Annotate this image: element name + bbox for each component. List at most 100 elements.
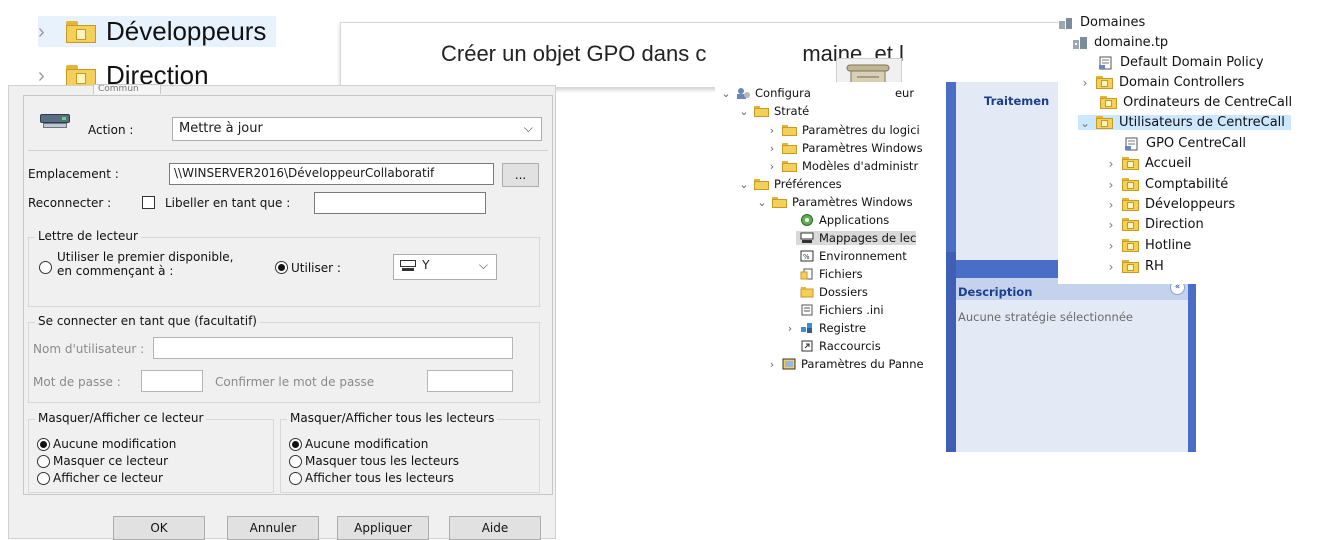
chevron-right-icon[interactable]: ›	[1104, 260, 1118, 274]
chevron-right-icon[interactable]: ›	[1104, 157, 1118, 171]
label-as-label: Libeller en tant que :	[165, 196, 291, 210]
tree-row-label: Préférences	[774, 177, 842, 191]
tree-row-domain-controllers[interactable]: › Domain Controllers	[1078, 75, 1245, 90]
chevron-right-icon[interactable]: ›	[1104, 198, 1118, 212]
hide-this-drive-radio[interactable]	[37, 455, 50, 468]
hide-show-this-drive-group: Masquer/Afficher ce lecteur Aucune modif…	[28, 411, 274, 493]
chevron-right-icon[interactable]: ›	[1104, 178, 1118, 192]
tree-row-accueil[interactable]: › Accueil	[1104, 156, 1192, 171]
tree-row-default-domain-policy[interactable]: Default Domain Policy	[1094, 55, 1264, 70]
chevron-right-icon[interactable]: ›	[784, 322, 796, 335]
ou-folder-icon	[1122, 260, 1139, 273]
help-button[interactable]: Aide	[449, 516, 541, 540]
tree-row-drive-maps[interactable]: Mappages de lec	[796, 231, 917, 245]
show-all-drives-radio[interactable]	[289, 472, 302, 485]
folders-icon	[800, 286, 814, 298]
tree-row-applications[interactable]: Applications	[796, 213, 889, 227]
chevron-right-icon[interactable]: ›	[1104, 218, 1118, 232]
folder-icon	[782, 160, 797, 172]
option-label: Masquer ce lecteur	[53, 454, 169, 468]
ok-button[interactable]: OK	[113, 516, 205, 540]
tree-row-direction[interactable]: › Direction	[1104, 217, 1204, 232]
option-label: Afficher ce lecteur	[53, 471, 163, 485]
location-input[interactable]: \\WINSERVER2016\DéveloppeurCollaboratif	[169, 163, 494, 185]
tree-row-domaine-tp[interactable]: domaine.tp	[1072, 35, 1168, 50]
tree-row-domains[interactable]: Domaines	[1058, 15, 1145, 30]
drive-icon	[400, 259, 418, 272]
gpo-editor-tree: ⌄ Configura eur ⌄ Straté › Paramètres du…	[715, 82, 955, 452]
drive-map-icon	[800, 232, 814, 244]
no-change-all-radio[interactable]	[289, 438, 302, 451]
apply-button[interactable]: Appliquer	[337, 516, 429, 540]
no-change-radio[interactable]	[37, 438, 50, 451]
tree-row-files[interactable]: Fichiers	[796, 267, 863, 281]
tree-row-shortcuts[interactable]: Raccourcis	[796, 339, 881, 353]
tree-row-hotline[interactable]: › Hotline	[1104, 238, 1192, 253]
tree-row-developpeurs[interactable]: › Développeurs	[1104, 197, 1236, 212]
browse-button[interactable]: ...	[502, 163, 539, 187]
use-radio[interactable]	[275, 261, 288, 274]
chevron-right-icon[interactable]: ›	[38, 66, 56, 86]
chevron-down-icon[interactable]: ⌄	[738, 178, 750, 191]
action-value: Mettre à jour	[179, 121, 263, 136]
tree-row-windows-settings[interactable]: › Paramètres Windows	[766, 141, 923, 155]
tree-item-developpeurs[interactable]: › Développeurs	[38, 16, 277, 47]
tree-row-label: Paramètres du Panne	[801, 357, 924, 371]
chevron-right-icon[interactable]: ›	[766, 142, 778, 155]
label-as-input[interactable]	[314, 192, 486, 214]
chevron-right-icon[interactable]: ›	[1078, 76, 1092, 90]
tree-row-ini-files[interactable]: Fichiers .ini	[796, 303, 884, 317]
tree-row-user-configuration[interactable]: ⌄ Configura eur	[720, 86, 914, 100]
tab-commun[interactable]: Commun	[93, 84, 161, 94]
chevron-down-icon[interactable]: ⌄	[756, 196, 768, 209]
tree-row-label: GPO CentreCall	[1146, 136, 1247, 151]
connect-as-group: Se connecter en tant que (facultatif) No…	[28, 314, 540, 403]
tree-row-environment[interactable]: % Environnement	[796, 249, 907, 263]
tree-row-label: Environnement	[819, 249, 907, 263]
show-this-drive-radio[interactable]	[37, 472, 50, 485]
general-tab-panel: Action : Mettre à jour ⌵ Emplacement : \…	[23, 95, 553, 495]
tree-row-gpo-centrecall[interactable]: GPO CentreCall	[1120, 136, 1246, 151]
chevron-right-icon[interactable]: ›	[1104, 239, 1118, 253]
cancel-button[interactable]: Annuler	[227, 516, 319, 540]
tree-row-ordinateurs-centrecall[interactable]: Ordinateurs de CentreCall	[1096, 95, 1292, 110]
tree-row-strategies[interactable]: ⌄ Straté	[738, 104, 809, 118]
drive-letter-select[interactable]: Y ⌵	[393, 254, 497, 280]
tree-row-utilisateurs-centrecall[interactable]: ⌄ Utilisateurs de CentreCall	[1078, 115, 1291, 130]
tree-row-software-settings[interactable]: › Paramètres du logici	[766, 123, 920, 137]
chevron-right-icon[interactable]: ›	[766, 160, 778, 173]
chevron-down-icon[interactable]: ⌄	[1078, 116, 1092, 130]
group-title: Se connecter en tant que (facultatif)	[35, 314, 260, 328]
first-available-label-line1: Utiliser le premier disponible,	[57, 250, 234, 264]
tree-row-label: Accueil	[1145, 156, 1192, 171]
chevron-right-icon[interactable]: ›	[766, 358, 778, 371]
description-heading: Description	[958, 285, 1033, 299]
chevron-right-icon[interactable]: ›	[38, 22, 56, 42]
confirm-password-input[interactable]	[427, 370, 513, 392]
tree-row-admin-templates[interactable]: › Modèles d'administr	[766, 159, 918, 173]
chevron-down-icon[interactable]: ⌄	[720, 87, 732, 100]
chevron-down-icon[interactable]: ⌄	[738, 105, 750, 118]
tree-row-label: Direction	[1145, 217, 1204, 232]
password-input[interactable]	[141, 370, 203, 392]
action-select[interactable]: Mettre à jour ⌵	[172, 117, 542, 141]
tree-row-control-panel[interactable]: › Paramètres du Panne	[766, 357, 924, 371]
chevron-right-icon[interactable]: ›	[766, 124, 778, 137]
description-panel: Aucune stratégie sélectionnée	[956, 300, 1188, 452]
action-label: Action :	[88, 123, 134, 137]
tree-row-folders[interactable]: Dossiers	[796, 285, 868, 299]
tree-row-preferences[interactable]: ⌄ Préférences	[738, 177, 842, 191]
reconnect-checkbox[interactable]	[142, 196, 155, 209]
tree-row-label: Raccourcis	[819, 339, 881, 353]
hide-all-drives-radio[interactable]	[289, 455, 302, 468]
tree-row-registry[interactable]: › Registre	[784, 321, 866, 335]
hide-show-all-drives-group: Masquer/Afficher tous les lecteurs Aucun…	[280, 411, 540, 493]
username-input[interactable]	[153, 337, 513, 359]
drive-letter-value: Y	[422, 258, 430, 272]
option-label: Afficher tous les lecteurs	[305, 471, 454, 485]
drive-letter-group: Lettre de lecteur Utiliser le premier di…	[28, 229, 540, 307]
tree-row-rh[interactable]: › RH	[1104, 259, 1164, 274]
first-available-radio[interactable]	[39, 261, 52, 274]
tree-row-pref-windows-settings[interactable]: ⌄ Paramètres Windows	[756, 195, 912, 209]
tree-row-comptabilite[interactable]: › Comptabilité	[1104, 177, 1229, 192]
